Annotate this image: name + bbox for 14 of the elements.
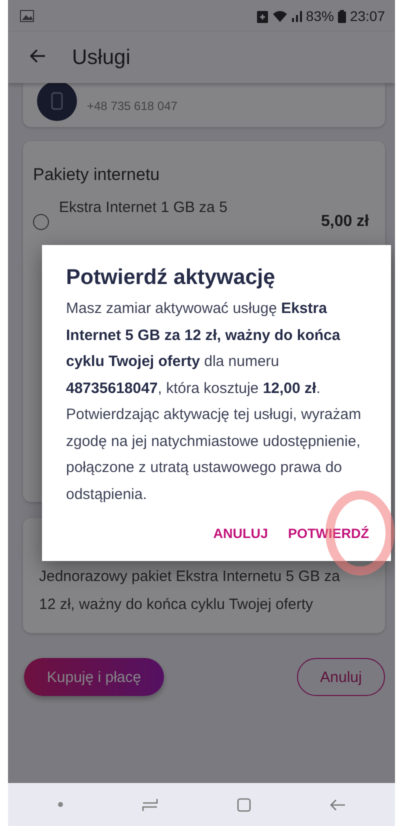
- cancel-button[interactable]: Anuluj: [297, 658, 385, 696]
- cancel-button[interactable]: ANULUJ: [213, 522, 268, 545]
- package-description: Jednorazowy pakiet Ekstra Internetu 5 GB za 12 zł, ważny do końca cyklu Twojej oferty: [39, 567, 341, 615]
- phone-number: +48 735 618 047: [87, 99, 178, 115]
- clock: 23:07: [350, 8, 385, 24]
- buy-button[interactable]: Kupuję i płacę: [24, 658, 164, 696]
- package-price: 5,00 zł: [320, 213, 369, 231]
- package-label: Ekstra Internet 1 GB za 5: [59, 199, 228, 216]
- page-title: Usługi: [72, 46, 130, 70]
- confirm-button[interactable]: POTWIERDŹ: [288, 522, 369, 545]
- dialog-title: Potwierdź aktywację: [66, 265, 276, 290]
- dialog-message: Masz zamiar aktywować usługę Ekstra Internet 5 GB za 12 zł, ważny do końca cyklu Twojej oferty dla numeru 48735618047, która kosztuje 12,00 zł. Potwierdzając aktywację tej usługi, wyrażam zgodę na jej natychmiastowe udostępnienie, połączone z utratą ustawowego prawa do odstąpienia.: [66, 299, 362, 504]
- card-title: Pakiety internetu: [33, 165, 161, 185]
- battery-percent: 83%: [306, 8, 334, 24]
